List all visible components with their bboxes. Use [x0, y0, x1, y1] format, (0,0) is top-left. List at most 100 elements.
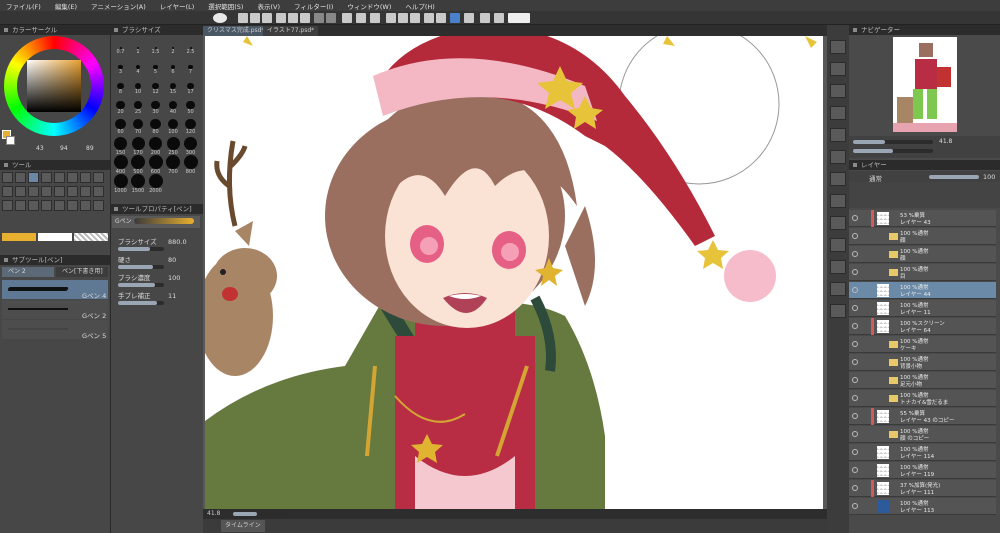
visibility-eye-icon[interactable]	[852, 341, 858, 347]
visibility-eye-icon[interactable]	[852, 359, 858, 365]
navigator-rotate-slider[interactable]	[853, 149, 933, 153]
rotate-icon[interactable]	[67, 200, 78, 211]
visibility-eye-icon[interactable]	[852, 269, 858, 275]
folder-icon[interactable]	[889, 377, 898, 384]
property-slider[interactable]	[118, 301, 164, 305]
folder-icon[interactable]	[889, 431, 898, 438]
menu-file[interactable]: ファイル(F)	[6, 1, 41, 11]
brush-size-cell[interactable]: 40	[165, 99, 182, 118]
brush-size-cell[interactable]: 4	[130, 61, 147, 80]
sub-tool-item[interactable]: Gペン 5	[2, 320, 108, 340]
zoom-readout[interactable]: 41.8	[207, 509, 220, 519]
grid-icon[interactable]	[424, 13, 434, 23]
cut-icon[interactable]	[276, 13, 286, 23]
brush-size-cell[interactable]: 30	[147, 99, 164, 118]
layer-opacity-value[interactable]: 100	[983, 173, 995, 181]
visibility-eye-icon[interactable]	[852, 233, 858, 239]
brush-size-cell[interactable]: 80	[147, 118, 164, 137]
mix-icon[interactable]	[830, 282, 846, 296]
color-history-icon[interactable]	[830, 260, 846, 274]
sub-tool-item[interactable]: Gペン 2	[2, 300, 108, 320]
copy-icon[interactable]	[288, 13, 298, 23]
invert-selection-icon[interactable]	[410, 13, 420, 23]
color-square[interactable]	[27, 60, 81, 112]
brush-size-cell[interactable]: 700	[165, 155, 182, 175]
operation-icon[interactable]	[93, 200, 104, 211]
visibility-eye-icon[interactable]	[852, 377, 858, 383]
canvas-tab-active[interactable]: クリスマス完成.psd*	[203, 26, 269, 36]
menu-edit[interactable]: 編集(E)	[55, 1, 77, 11]
brush-size-cell[interactable]: 600	[147, 155, 164, 175]
clear-icon[interactable]	[356, 13, 366, 23]
menu-layer[interactable]: レイヤー(L)	[160, 1, 195, 11]
new-icon[interactable]	[238, 13, 248, 23]
layer-row[interactable]: 100 %通常 レイヤー 114	[849, 444, 996, 461]
menu-help[interactable]: ヘルプ(H)	[405, 1, 434, 11]
brush-size-cell[interactable]: 250	[165, 136, 182, 156]
auto-action-icon[interactable]	[830, 194, 846, 208]
select-icon[interactable]	[2, 172, 13, 183]
brush-size-cell[interactable]: 8	[112, 80, 129, 99]
eraser-icon[interactable]	[93, 172, 104, 183]
move-icon[interactable]	[54, 200, 65, 211]
brush-size-cell[interactable]: 0.7	[112, 42, 129, 61]
brush-size-cell[interactable]: 50	[182, 99, 199, 118]
save-icon[interactable]	[262, 13, 272, 23]
menu-view[interactable]: 表示(V)	[257, 1, 280, 11]
brush-size-cell[interactable]: 3	[112, 61, 129, 80]
visibility-eye-icon[interactable]	[852, 323, 858, 329]
visibility-eye-icon[interactable]	[852, 251, 858, 257]
brush-size-cell[interactable]: 1500	[130, 174, 147, 194]
brush-icon[interactable]	[54, 172, 65, 183]
color-set-icon[interactable]	[830, 216, 846, 230]
sub-tool-item-selected[interactable]: Gペン 4	[2, 280, 108, 300]
material-icon[interactable]	[830, 172, 846, 186]
layer-move-icon[interactable]	[80, 200, 91, 211]
blend-icon[interactable]	[80, 172, 91, 183]
layer-row[interactable]: 100 %通常 ケーキ	[849, 336, 996, 353]
brush-size-cell[interactable]: 25	[130, 99, 147, 118]
brush-size-cell[interactable]: 100	[165, 118, 182, 137]
brush-size-cell[interactable]: 120	[182, 118, 199, 137]
layer-row[interactable]: 100 %通常顔 のコピー	[849, 426, 996, 443]
folder-icon[interactable]	[889, 341, 898, 348]
brush-size-cell[interactable]: 15	[165, 80, 182, 99]
menu-selection[interactable]: 選択範囲(S)	[208, 1, 243, 11]
menu-animation[interactable]: アニメーション(A)	[91, 1, 146, 11]
property-value[interactable]: 100	[168, 274, 180, 282]
folder-icon[interactable]	[889, 359, 898, 366]
layer-row[interactable]: 100 %通常 足元小物	[849, 372, 996, 389]
brush-size-cell[interactable]: 500	[130, 155, 147, 175]
brush-size-cell[interactable]: 1.5	[147, 42, 164, 61]
layer-row[interactable]: 100 %スクリーン レイヤー 64	[849, 318, 996, 335]
folder-icon[interactable]	[889, 269, 898, 276]
open-icon[interactable]	[250, 13, 260, 23]
ruler-icon[interactable]	[2, 200, 13, 211]
airbrush-icon[interactable]	[67, 172, 78, 183]
brush-size-cell[interactable]: 150	[112, 136, 129, 156]
property-slider[interactable]	[118, 247, 164, 251]
layer-row[interactable]: 37 %加算(発光) レイヤー 111	[849, 480, 996, 497]
brush-size-cell[interactable]: 800	[182, 155, 199, 175]
brush-size-cell[interactable]: 2.5	[182, 42, 199, 61]
menu-filter[interactable]: フィルター(I)	[294, 1, 333, 11]
sub-color-swatch[interactable]	[6, 136, 15, 145]
fill-icon[interactable]	[2, 186, 13, 197]
zoom-slider[interactable]	[233, 512, 293, 516]
sub-tool-tab-draft[interactable]: ペン[下書き用]	[56, 267, 108, 277]
help-icon[interactable]	[508, 13, 530, 23]
navigator-zoom-slider[interactable]	[853, 140, 933, 144]
navigator-icon[interactable]	[830, 40, 846, 54]
layer-row[interactable]: 100 %通常 レイヤー 11	[849, 300, 996, 317]
brush-size-cell[interactable]: 12	[147, 80, 164, 99]
canvas-tab[interactable]: イラスト77.psd*	[263, 26, 319, 36]
transform-icon[interactable]	[342, 13, 352, 23]
brush-size-cell[interactable]: 2	[165, 42, 182, 61]
sub-tool-tab-pen[interactable]: ペン 2	[2, 267, 54, 277]
sub-view-icon[interactable]	[830, 62, 846, 76]
history-icon[interactable]	[830, 106, 846, 120]
drawing-canvas[interactable]	[205, 36, 823, 509]
layer-row[interactable]: 100 %通常目	[849, 264, 996, 281]
layer-row[interactable]: 100 %通常 レイヤー 44	[849, 282, 996, 299]
pen-icon[interactable]	[28, 172, 39, 183]
